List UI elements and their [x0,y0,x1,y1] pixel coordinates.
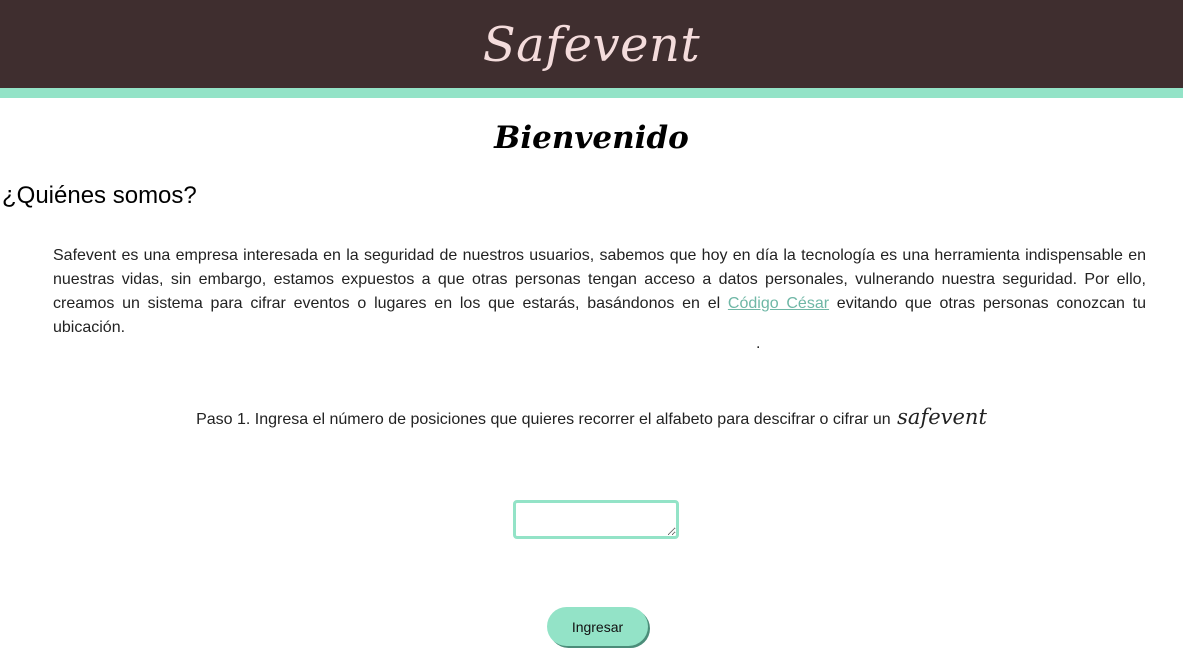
caesar-cipher-link[interactable]: Código César [728,295,829,312]
dot-separator: . [756,335,761,352]
site-header: Safevent [0,0,1183,98]
shift-input[interactable] [513,500,679,539]
brand-logo: Safevent [482,17,701,73]
submit-button[interactable]: Ingresar [547,607,648,646]
about-heading: ¿Quiénes somos? [2,182,197,209]
welcome-title: Bienvenido [494,120,689,156]
step-script-brand: safevent [897,405,987,429]
step-instruction: Paso 1. Ingresa el número de posiciones … [0,404,1183,433]
step-text: Paso 1. Ingresa el número de posiciones … [196,411,896,428]
about-paragraph: Safevent es una empresa interesada en la… [53,244,1146,340]
